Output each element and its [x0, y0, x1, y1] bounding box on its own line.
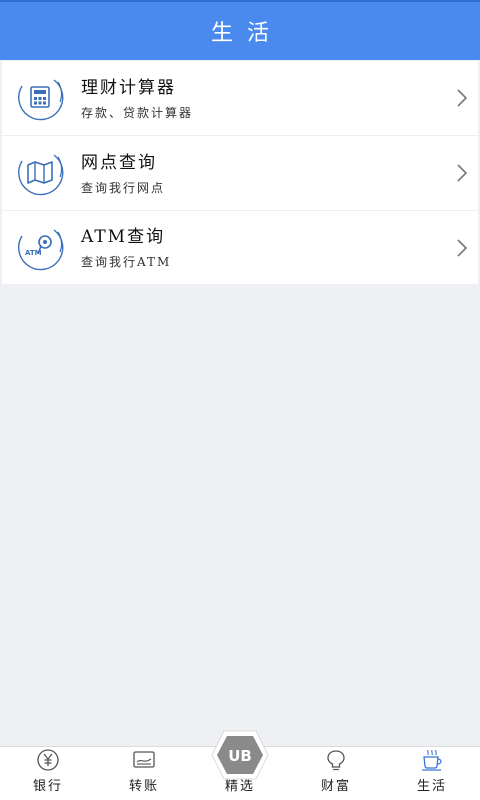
- tab-label: 生活: [416, 779, 447, 794]
- item-subtitle: 查询我行ATM: [81, 255, 172, 269]
- tab-featured[interactable]: UB 精选: [192, 730, 288, 800]
- atm-icon-text: ATM: [25, 249, 42, 257]
- tab-label: 转账: [128, 779, 159, 794]
- tab-bank[interactable]: 银行: [0, 747, 96, 800]
- ub-badge-text: UB: [228, 747, 252, 765]
- list-item-branch-search[interactable]: 网点查询 查询我行网点: [2, 136, 478, 211]
- tab-label: 财富: [320, 779, 351, 794]
- tab-label: 银行: [32, 779, 63, 794]
- item-subtitle: 查询我行网点: [81, 180, 166, 195]
- chevron-right-icon: [457, 238, 468, 257]
- ub-logo-icon: UB: [211, 730, 269, 780]
- list-item-calculator[interactable]: 理财计算器 存款、贷款计算器: [2, 61, 478, 136]
- app-header: 生活: [0, 2, 480, 60]
- coffee-cup-icon: [422, 749, 442, 771]
- item-title: 理财计算器: [81, 77, 176, 98]
- page-title: 生活: [210, 21, 283, 46]
- item-title: ATM查询: [81, 227, 166, 247]
- tab-transfer[interactable]: 转账: [96, 747, 192, 800]
- item-title: 网点查询: [81, 152, 157, 173]
- tab-life[interactable]: 生活: [384, 747, 480, 800]
- tab-wealth[interactable]: 财富: [288, 747, 384, 800]
- service-list: 理财计算器 存款、贷款计算器 网点查询 查询我行网点 ATM ATM查询 查询我…: [2, 61, 478, 284]
- calculator-icon: [18, 79, 64, 121]
- bottom-tab-bar: 银行 转账 UB 精选 财富 生活: [0, 730, 480, 800]
- lightbulb-icon: [327, 750, 345, 771]
- transfer-icon: [133, 751, 155, 768]
- list-item-atm-search[interactable]: ATM ATM查询 查询我行ATM: [2, 211, 478, 284]
- atm-location-icon: ATM: [18, 228, 64, 270]
- yuan-icon: [37, 749, 59, 771]
- item-subtitle: 存款、贷款计算器: [81, 105, 194, 120]
- chevron-right-icon: [457, 164, 468, 182]
- map-icon: [18, 154, 64, 196]
- chevron-right-icon: [457, 89, 468, 107]
